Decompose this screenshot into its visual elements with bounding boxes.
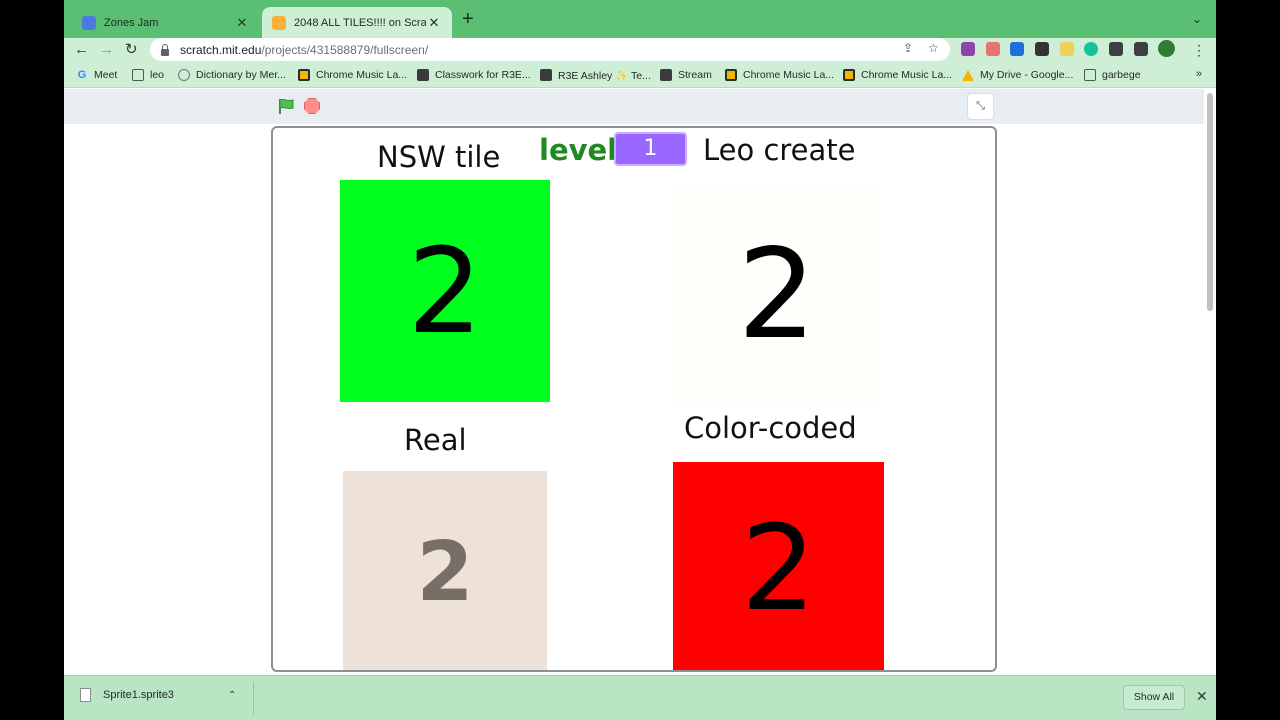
- close-tab-icon[interactable]: ✕: [426, 15, 442, 31]
- bookmark-label: Meet: [94, 69, 118, 81]
- bookmark-stream[interactable]: Stream: [660, 67, 712, 83]
- profile-avatar[interactable]: [1158, 40, 1175, 57]
- grammarly-icon[interactable]: [1084, 42, 1098, 56]
- scratch-favicon-icon: [272, 15, 286, 30]
- bookmark-label: Classwork for R3E...: [435, 69, 531, 81]
- share-icon[interactable]: ⇪: [903, 41, 913, 55]
- bookmark-label: leo: [150, 69, 165, 81]
- bookmark-music-lab-1[interactable]: Chrome Music La...: [298, 67, 407, 83]
- browser-window: Zones Jam ✕ 2048 ALL TILES!!!! on Scratc…: [64, 0, 1216, 720]
- media-control-icon[interactable]: [1134, 42, 1148, 56]
- classroom-favicon-icon: [82, 15, 96, 30]
- tab-zones-jam[interactable]: Zones Jam ✕: [72, 7, 260, 38]
- bookmark-label: Chrome Music La...: [316, 69, 408, 81]
- color-coded-tile[interactable]: 2: [673, 462, 884, 670]
- bookmark-music-lab-2[interactable]: Chrome Music La...: [725, 67, 834, 83]
- color-coded-label: Color-coded: [684, 411, 857, 445]
- close-icon[interactable]: ✕: [1196, 688, 1208, 705]
- bookmark-label: My Drive - Google...: [980, 69, 1074, 81]
- bookmark-label: Stream: [678, 69, 712, 81]
- bookmark-meet[interactable]: G Meet: [76, 67, 118, 83]
- classroom-icon: [660, 69, 672, 81]
- puzzle-icon[interactable]: [1109, 42, 1123, 56]
- show-all-button[interactable]: Show All: [1123, 685, 1185, 710]
- folder-icon: [1084, 69, 1096, 81]
- real-tile[interactable]: 2: [343, 471, 547, 670]
- nsw-tile[interactable]: 2: [340, 180, 550, 402]
- bookmark-label: Dictionary by Mer...: [196, 69, 286, 81]
- dictionary-icon: [178, 69, 190, 81]
- divider: [253, 682, 254, 715]
- bookmark-music-lab-3[interactable]: Chrome Music La...: [843, 67, 952, 83]
- url-path: /projects/431588879/fullscreen/: [261, 42, 429, 57]
- stage-header: ⤡: [64, 89, 1204, 124]
- google-icon: G: [77, 69, 87, 81]
- bookmarks-bar: G Meet leo Dictionary by Mer... Chrome Mu…: [64, 63, 1216, 88]
- chrome-menu-button[interactable]: ⋮: [1192, 40, 1206, 60]
- downloads-bar: Sprite1.sprite3 ⌃ Show All ✕: [64, 675, 1216, 720]
- tab-title: Zones Jam: [104, 16, 159, 29]
- exit-fullscreen-button[interactable]: ⤡: [967, 93, 994, 120]
- bookmark-label: Chrome Music La...: [743, 69, 835, 81]
- back-button[interactable]: ←: [74, 40, 89, 60]
- bookmark-leo[interactable]: leo: [132, 67, 164, 83]
- tab-search-chevron-icon[interactable]: ⌄: [1192, 12, 1202, 26]
- music-lab-icon: [725, 69, 737, 81]
- leo-create-tile[interactable]: 2: [673, 188, 881, 402]
- address-bar[interactable]: scratch.mit.edu/projects/431588879/fulls…: [150, 38, 950, 61]
- music-lab-icon: [298, 69, 310, 81]
- url-host: scratch.mit.edu: [180, 42, 262, 57]
- real-label: Real: [404, 423, 467, 457]
- scratch-fullscreen-page: ⤡ NSW tile level: 1 Leo create 2 2 Real …: [64, 89, 1216, 675]
- extension-read-aloud-icon[interactable]: [1035, 42, 1049, 56]
- page-scrollbar[interactable]: [1207, 93, 1213, 311]
- extension-new-badge-icon[interactable]: [1010, 42, 1024, 56]
- tab-title: 2048 ALL TILES!!!! on Scratch: [294, 16, 426, 29]
- chevron-up-icon[interactable]: ⌃: [228, 690, 236, 701]
- music-lab-icon: [843, 69, 855, 81]
- bookmark-r3e-ashley[interactable]: R3E Ashley ✨ Te...: [540, 67, 651, 83]
- download-file-name: Sprite1.sprite3: [103, 689, 174, 701]
- bookmark-my-drive[interactable]: My Drive - Google...: [962, 67, 1073, 83]
- classroom-icon: [417, 69, 429, 81]
- forward-button[interactable]: →: [99, 40, 114, 60]
- lock-icon[interactable]: [160, 43, 170, 56]
- drive-icon: [962, 69, 974, 81]
- bookmark-star-icon[interactable]: ☆: [928, 41, 939, 55]
- scratch-stage[interactable]: NSW tile level: 1 Leo create 2 2 Real Co…: [271, 126, 997, 672]
- file-icon: [80, 688, 91, 702]
- level-variable-monitor: 1: [614, 132, 687, 166]
- close-tab-icon[interactable]: ✕: [234, 15, 250, 31]
- tab-strip: Zones Jam ✕ 2048 ALL TILES!!!! on Scratc…: [64, 0, 1216, 38]
- nsw-tile-label: NSW tile: [377, 140, 501, 174]
- green-flag-icon[interactable]: [277, 97, 295, 115]
- bookmark-label: R3E Ashley ✨ Te...: [558, 69, 651, 82]
- folder-icon: [132, 69, 144, 81]
- classroom-icon: [540, 69, 552, 81]
- bookmark-classwork[interactable]: Classwork for R3E...: [417, 67, 531, 83]
- stop-sign-icon[interactable]: [304, 98, 320, 114]
- extension-sparkle-icon[interactable]: [1060, 42, 1074, 56]
- bookmark-garbege[interactable]: garbege: [1084, 67, 1141, 83]
- extension-record-icon[interactable]: [986, 42, 1000, 56]
- bookmark-label: garbege: [1102, 69, 1141, 81]
- bookmark-label: Chrome Music La...: [861, 69, 953, 81]
- extension-purple-icon[interactable]: [961, 42, 975, 56]
- download-item[interactable]: Sprite1.sprite3: [80, 688, 174, 702]
- bookmark-dictionary[interactable]: Dictionary by Mer...: [178, 67, 286, 83]
- more-bookmarks-icon[interactable]: »: [1196, 68, 1202, 80]
- reload-button[interactable]: ↻: [125, 40, 138, 60]
- leo-create-label: Leo create: [703, 133, 856, 167]
- new-tab-button[interactable]: +: [462, 9, 474, 29]
- tab-scratch-project[interactable]: 2048 ALL TILES!!!! on Scratch ✕: [262, 7, 452, 38]
